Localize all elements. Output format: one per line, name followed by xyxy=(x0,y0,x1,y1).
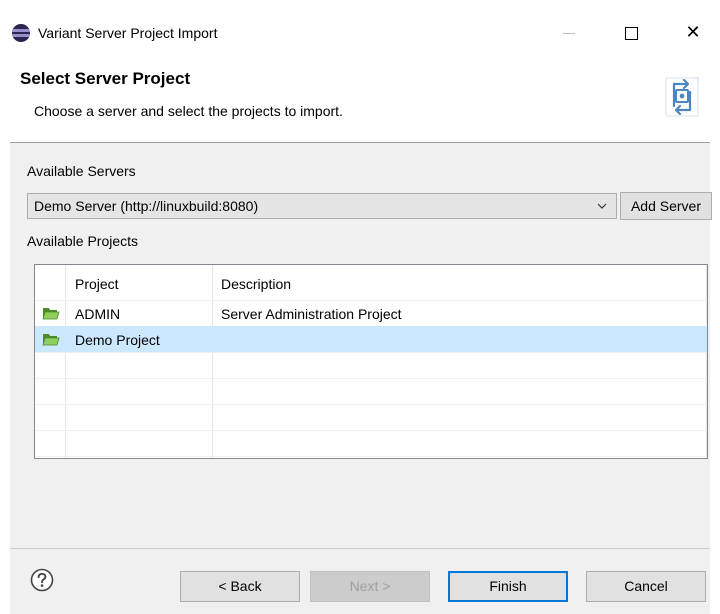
row-divider xyxy=(35,404,707,405)
column-header-description[interactable]: Description xyxy=(221,275,291,293)
row-divider xyxy=(35,300,707,301)
help-icon[interactable] xyxy=(30,568,54,592)
row-divider xyxy=(35,378,707,379)
available-projects-label: Available Projects xyxy=(27,233,139,249)
wizard-footer: < Back Next > Finish Cancel xyxy=(10,548,710,614)
server-select[interactable]: Demo Server (http://linuxbuild:8080) xyxy=(27,193,617,219)
projects-table[interactable]: Project Description ADMIN Server Adminis… xyxy=(34,264,708,459)
project-description: Server Administration Project xyxy=(221,306,402,322)
window-title: Variant Server Project Import xyxy=(38,25,218,41)
title-bar: Variant Server Project Import ✕ xyxy=(0,0,720,62)
folder-open-icon xyxy=(42,308,60,320)
cancel-button[interactable]: Cancel xyxy=(586,571,706,602)
row-divider xyxy=(35,352,707,353)
column-header-project[interactable]: Project xyxy=(75,275,119,293)
project-name: Demo Project xyxy=(75,332,160,348)
page-title: Select Server Project xyxy=(20,69,191,88)
chevron-down-icon xyxy=(597,203,607,209)
add-server-button[interactable]: Add Server xyxy=(620,192,712,220)
back-button[interactable]: < Back xyxy=(180,571,300,602)
eclipse-icon xyxy=(12,24,30,42)
next-button[interactable]: Next > xyxy=(310,571,430,602)
finish-button[interactable]: Finish xyxy=(448,571,568,602)
close-button[interactable]: ✕ xyxy=(670,14,716,52)
available-servers-label: Available Servers xyxy=(27,163,136,179)
row-divider xyxy=(35,430,707,431)
page-description: Choose a server and select the projects … xyxy=(34,103,343,119)
maximize-icon xyxy=(624,26,638,40)
project-name: ADMIN xyxy=(75,306,121,322)
server-import-icon xyxy=(665,77,699,117)
wizard-content: Available Servers Demo Server (http://li… xyxy=(10,142,712,548)
wizard-banner: Select Server Project Choose a server an… xyxy=(10,62,710,142)
maximize-button[interactable] xyxy=(608,14,654,52)
close-icon: ✕ xyxy=(685,22,701,43)
server-select-value: Demo Server (http://linuxbuild:8080) xyxy=(34,198,259,214)
minimize-icon xyxy=(563,32,575,34)
minimize-button[interactable] xyxy=(546,14,592,52)
folder-open-icon xyxy=(42,334,60,346)
row-divider xyxy=(35,456,707,457)
